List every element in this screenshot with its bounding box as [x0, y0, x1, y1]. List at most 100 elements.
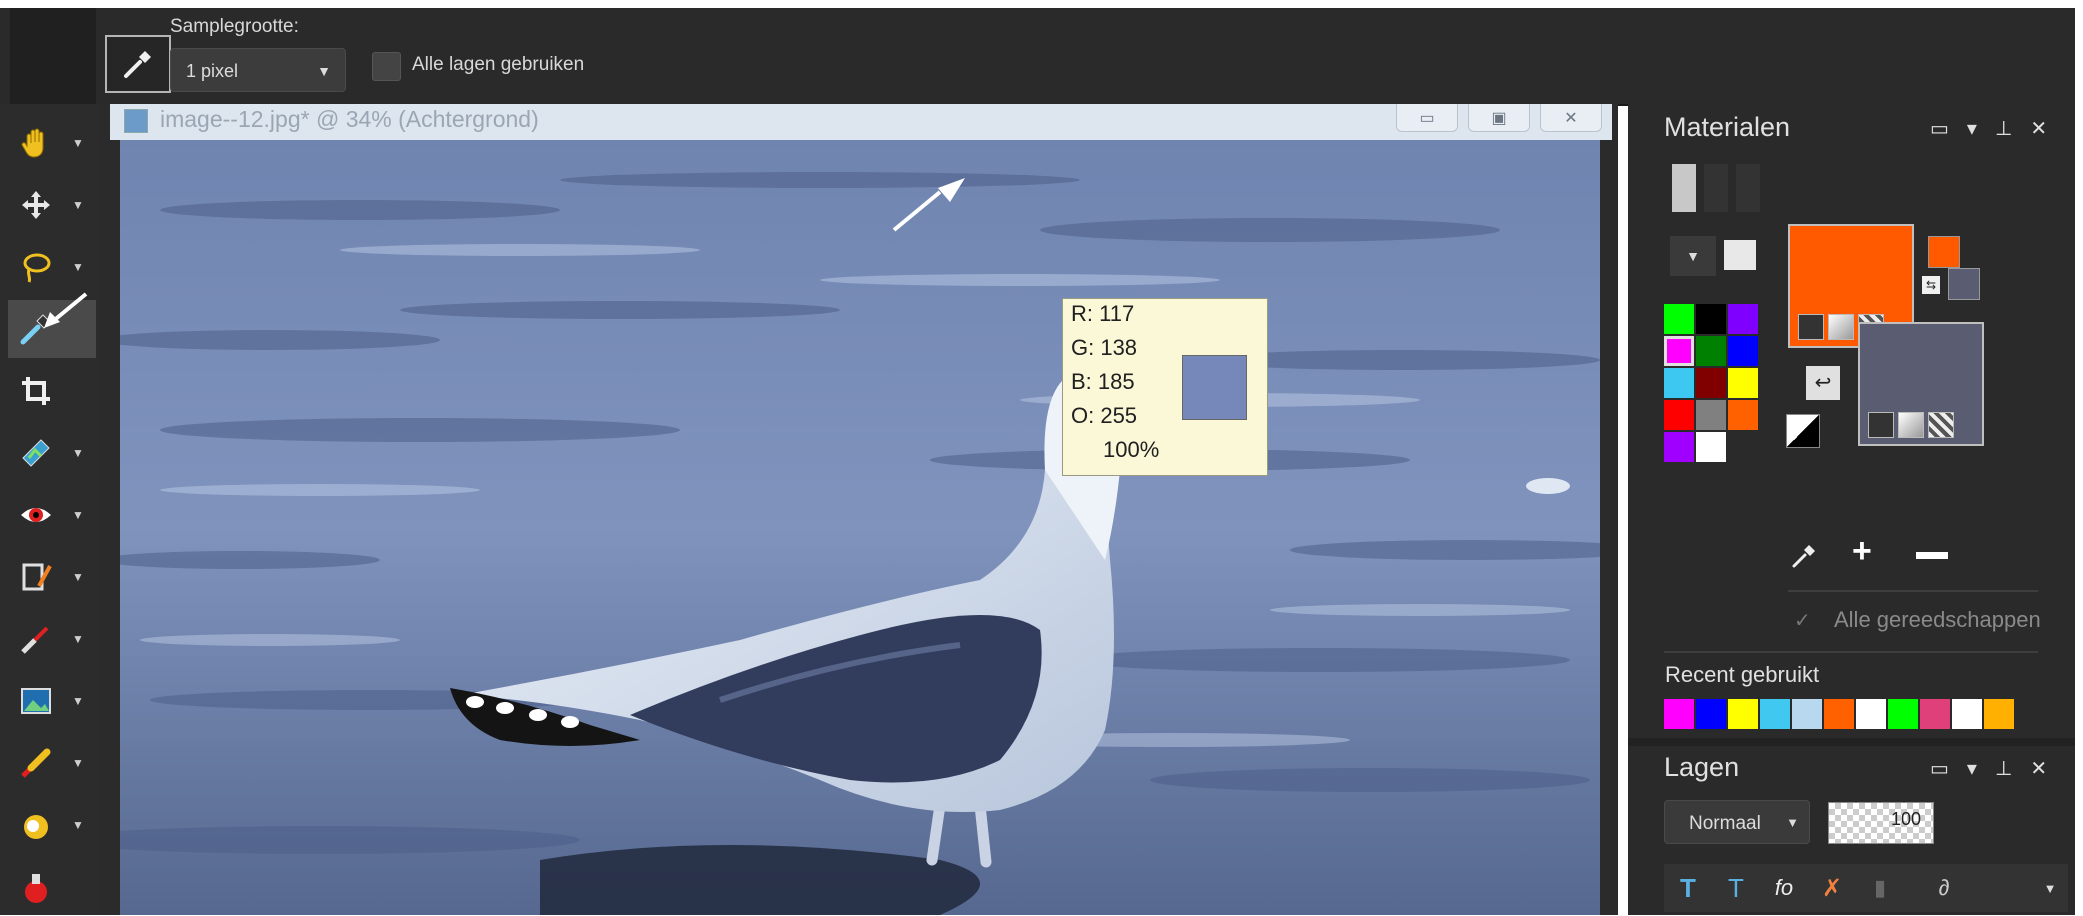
new-vector-layer-icon[interactable]: T: [1720, 872, 1752, 904]
tool-flyout-arrow[interactable]: ▼: [72, 818, 84, 832]
recent-color-swatch[interactable]: [1888, 699, 1918, 729]
palette-swatch[interactable]: [1696, 336, 1726, 366]
eyedropper-icon[interactable]: [1790, 542, 1818, 570]
tool-flyout-arrow[interactable]: ▼: [72, 136, 84, 150]
frame-tab[interactable]: [1672, 164, 1696, 212]
tool-crop[interactable]: [8, 362, 96, 420]
all-layers-checkbox[interactable]: [372, 52, 401, 81]
palette-swatch[interactable]: [1664, 336, 1694, 366]
recent-color-swatch[interactable]: [1664, 699, 1694, 729]
tool-flyout-arrow[interactable]: ▼: [72, 198, 84, 212]
brush-icon: [21, 748, 51, 778]
maximize-panel-icon[interactable]: ▭: [1930, 116, 1949, 141]
palette-swatch[interactable]: [1664, 400, 1694, 430]
swatches-tab[interactable]: [1736, 164, 1760, 212]
remove-icon[interactable]: [1916, 552, 1948, 559]
swap-colors-icon[interactable]: ↩: [1806, 366, 1840, 400]
gradient-mode-button[interactable]: [1828, 314, 1854, 340]
palette-options-icon[interactable]: [1724, 240, 1756, 270]
all-layers-label: Alle lagen gebruiken: [412, 54, 585, 75]
adjustment-layer-icon[interactable]: ✗: [1816, 872, 1848, 904]
link-icon[interactable]: ∂: [1928, 872, 1960, 904]
layer-opacity-field[interactable]: 100: [1828, 802, 1934, 844]
palette-swatch[interactable]: [1696, 368, 1726, 398]
tool-flyout-arrow[interactable]: ▼: [72, 756, 84, 770]
palette-swatch[interactable]: [1664, 368, 1694, 398]
pin-icon[interactable]: ⊥: [1995, 756, 2012, 781]
tool-clone[interactable]: ▼: [8, 610, 96, 668]
palette-swatch[interactable]: [1696, 432, 1726, 462]
recent-color-swatch[interactable]: [1952, 699, 1982, 729]
layer-effects-icon[interactable]: fo: [1768, 872, 1800, 904]
tool-makeover[interactable]: ▼: [8, 548, 96, 606]
pattern-mode-button[interactable]: [1928, 412, 1954, 438]
tool-eyedropper[interactable]: [8, 292, 96, 358]
sample-size-select[interactable]: 1 pixel ▼: [170, 48, 346, 92]
chevron-down-icon: ▼: [317, 63, 331, 79]
palette-swatch[interactable]: [1664, 304, 1694, 334]
tool-pan[interactable]: ▼: [8, 114, 96, 172]
minimize-button[interactable]: ▭: [1396, 104, 1458, 132]
palette-swatch[interactable]: [1728, 336, 1758, 366]
tool-dodge[interactable]: ▼: [8, 796, 96, 854]
close-panel-icon[interactable]: ✕: [2030, 116, 2047, 141]
tool-airbrush[interactable]: [8, 858, 96, 916]
tool-red-eye[interactable]: ▼: [8, 486, 96, 544]
tool-preset-button[interactable]: [105, 35, 171, 93]
background-material[interactable]: [1858, 322, 1984, 446]
all-tools-checkbox[interactable]: ✓: [1794, 608, 1811, 633]
tool-photo-correct[interactable]: ▼: [8, 424, 96, 482]
palette-swatch[interactable]: [1728, 400, 1758, 430]
panel-menu-icon[interactable]: ▾: [1967, 756, 1977, 781]
palette-swatch[interactable]: [1728, 304, 1758, 334]
recent-color-swatch[interactable]: [1696, 699, 1726, 729]
palette-dropdown[interactable]: ▼: [1670, 236, 1716, 276]
palette-swatch[interactable]: [1664, 432, 1694, 462]
swap-small-icon[interactable]: ⇆: [1922, 276, 1940, 294]
color-mode-button[interactable]: [1868, 412, 1894, 438]
tooltip-blue-value: B: 185: [1071, 369, 1135, 394]
maximize-panel-icon[interactable]: ▭: [1930, 756, 1949, 781]
panel-menu-icon[interactable]: ▾: [1967, 116, 1977, 141]
rainbow-tab[interactable]: [1704, 164, 1728, 212]
recent-color-swatch[interactable]: [1760, 699, 1790, 729]
document-titlebar[interactable]: image--12.jpg* @ 34% (Achtergrond) ▭ ▣ ✕: [110, 104, 1612, 140]
recent-color-swatch[interactable]: [1920, 699, 1950, 729]
tool-move[interactable]: ▼: [8, 176, 96, 234]
maximize-button[interactable]: ▣: [1468, 104, 1530, 132]
foreground-color-small[interactable]: [1928, 236, 1960, 268]
background-color-small[interactable]: [1948, 268, 1980, 300]
bg-type-selectors: [1868, 412, 1954, 438]
image-canvas[interactable]: [120, 140, 1600, 915]
layer-menu-arrow[interactable]: ▼: [2034, 872, 2066, 904]
palette-swatch[interactable]: [1728, 368, 1758, 398]
reset-colors-icon[interactable]: [1786, 414, 1820, 448]
blend-mode-select[interactable]: Normaal ▼: [1664, 800, 1810, 844]
tool-flyout-arrow[interactable]: ▼: [72, 694, 84, 708]
recent-color-swatch[interactable]: [1984, 699, 2014, 729]
gradient-mode-button[interactable]: [1898, 412, 1924, 438]
recent-color-swatch[interactable]: [1792, 699, 1822, 729]
palette-swatch[interactable]: [1696, 400, 1726, 430]
tool-flyout-arrow[interactable]: ▼: [72, 570, 84, 584]
close-panel-icon[interactable]: ✕: [2030, 756, 2047, 781]
tool-paint-brush[interactable]: ▼: [8, 734, 96, 792]
tool-flyout-arrow[interactable]: ▼: [72, 632, 84, 646]
close-button[interactable]: ✕: [1540, 104, 1602, 132]
palette-swatch[interactable]: [1696, 304, 1726, 334]
new-raster-layer-icon[interactable]: T: [1672, 872, 1704, 904]
recent-color-swatch[interactable]: [1856, 699, 1886, 729]
mask-layer-icon[interactable]: ▮: [1864, 872, 1896, 904]
recent-color-swatch[interactable]: [1824, 699, 1854, 729]
tool-flyout-arrow[interactable]: ▼: [72, 260, 84, 274]
tool-flyout-arrow[interactable]: ▼: [72, 508, 84, 522]
picture-icon: [21, 688, 51, 714]
add-icon[interactable]: +: [1852, 532, 1872, 571]
tool-flyout-arrow[interactable]: ▼: [72, 446, 84, 460]
color-mode-button[interactable]: [1798, 314, 1824, 340]
makeover-icon: [22, 563, 52, 591]
tool-picture[interactable]: ▼: [8, 672, 96, 730]
recent-color-swatch[interactable]: [1728, 699, 1758, 729]
pin-icon[interactable]: ⊥: [1995, 116, 2012, 141]
tool-lasso[interactable]: ▼: [8, 238, 96, 296]
